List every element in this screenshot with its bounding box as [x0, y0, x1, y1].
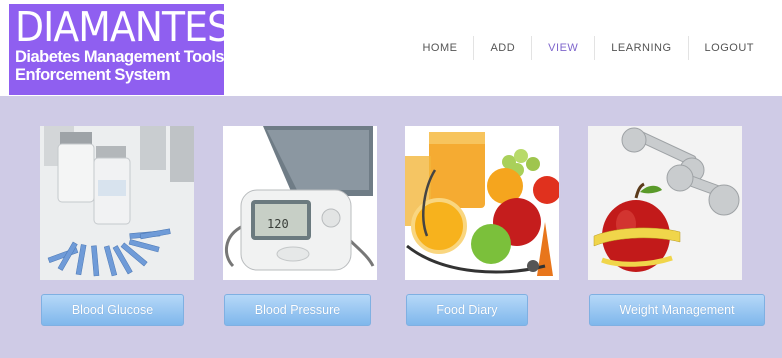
main-nav: HOME ADD VIEW LEARNING LOGOUT: [406, 36, 770, 60]
tile-weight-management: [588, 126, 742, 280]
fruit-and-juice-image[interactable]: [405, 126, 559, 280]
content-area: Blood Glucose 120 Blood Pressure Food Di…: [0, 96, 782, 358]
nav-logout[interactable]: LOGOUT: [687, 36, 770, 60]
tile-food-diary: [405, 126, 559, 280]
site-logo[interactable]: DIAMANTES Diabetes Management Tools Enfo…: [9, 4, 224, 95]
nav-add[interactable]: ADD: [473, 36, 531, 60]
page-header: DIAMANTES Diabetes Management Tools Enfo…: [0, 0, 782, 96]
food-diary-button[interactable]: Food Diary: [406, 294, 528, 326]
svg-text:120: 120: [267, 217, 289, 231]
blood-glucose-button[interactable]: Blood Glucose: [41, 294, 184, 326]
nav-learning[interactable]: LEARNING: [594, 36, 687, 60]
weight-management-button[interactable]: Weight Management: [589, 294, 765, 326]
glucose-test-strips-image[interactable]: [40, 126, 194, 280]
nav-view[interactable]: VIEW: [531, 36, 594, 60]
blood-pressure-monitor-image[interactable]: 120: [223, 126, 377, 280]
tile-blood-glucose: [40, 126, 194, 280]
logo-subtitle-line-2: Enforcement System: [15, 66, 171, 84]
logo-subtitle-line-1: Diabetes Management Tools: [15, 48, 224, 66]
logo-title: DIAMANTES: [15, 4, 224, 51]
nav-home[interactable]: HOME: [406, 36, 473, 60]
tile-blood-pressure: 120: [223, 126, 377, 280]
blood-pressure-button[interactable]: Blood Pressure: [224, 294, 371, 326]
apple-with-tape-and-dumbbells-image[interactable]: [588, 126, 742, 280]
